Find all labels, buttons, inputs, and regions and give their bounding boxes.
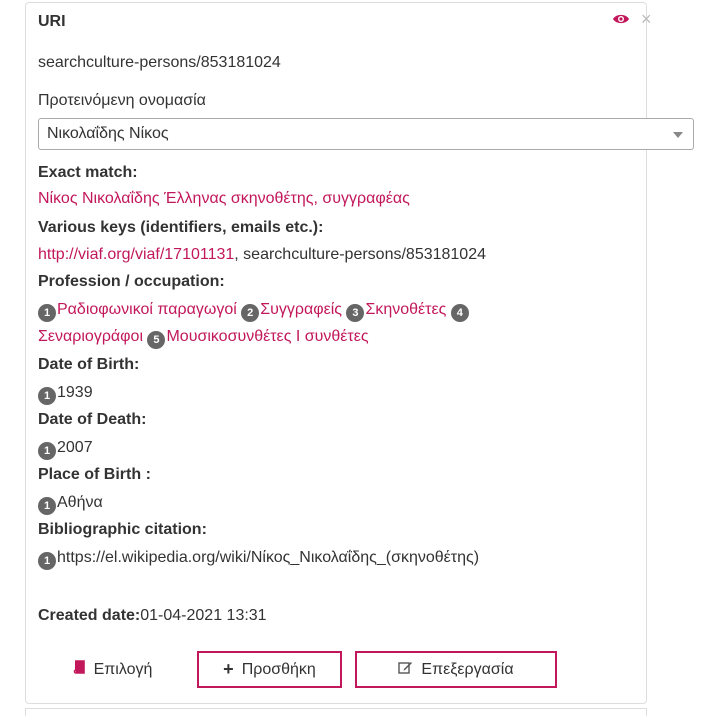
eye-icon[interactable] bbox=[612, 12, 630, 31]
badge-1: 1 bbox=[38, 387, 56, 405]
uri-value: searchculture-persons/853181024 bbox=[38, 54, 281, 71]
preferred-name-value: Νικολαΐδης Νίκος bbox=[47, 125, 169, 142]
profession-link[interactable]: Σεναριογράφοι bbox=[38, 328, 143, 345]
badge-2: 2 bbox=[241, 304, 260, 322]
various-keys-value: http://viaf.org/viaf/17101131, searchcul… bbox=[38, 246, 486, 264]
citation-value: 1 https://el.wikipedia.org/wiki/Νίκος_Νικ… bbox=[38, 549, 479, 570]
date-of-birth-label: Date of Birth: bbox=[38, 356, 140, 373]
profession-label: Profession / occupation: bbox=[38, 273, 225, 290]
various-keys-label: Various keys (identifiers, emails etc.): bbox=[38, 219, 324, 236]
created-date: Created date:01-04-2021 13:31 bbox=[38, 607, 267, 625]
uri-label: URI bbox=[38, 13, 66, 30]
created-date-label: Created date: bbox=[38, 607, 141, 624]
viaf-link[interactable]: http://viaf.org/viaf/17101131 bbox=[38, 246, 234, 263]
preferred-name-select[interactable]: Νικολαΐδης Νίκος bbox=[38, 118, 694, 150]
citation-label: Bibliographic citation: bbox=[38, 521, 207, 538]
profession-link[interactable]: Σκηνοθέτες bbox=[365, 301, 446, 318]
badge-1: 1 bbox=[38, 552, 56, 570]
profession-link[interactable]: Ραδιοφωνικοί παραγωγοί bbox=[57, 301, 237, 318]
badge-3: 3 bbox=[346, 304, 365, 322]
close-icon[interactable]: × bbox=[641, 9, 652, 30]
add-button[interactable]: + Προσθήκη bbox=[197, 651, 342, 688]
badge-5: 5 bbox=[147, 331, 166, 349]
profession-link[interactable]: Μουσικοσυνθέτες Ι συνθέτες bbox=[166, 328, 368, 345]
dod-text: 2007 bbox=[57, 439, 93, 456]
date-of-death-value: 1 2007 bbox=[38, 439, 93, 460]
dob-text: 1939 bbox=[57, 384, 93, 401]
profession-line-1: 1 Ραδιοφωνικοί παραγωγοί 2 Συγγραφείς 3 Σκη… bbox=[38, 301, 470, 322]
add-button-label: Προσθήκη bbox=[241, 660, 316, 678]
profession-link[interactable]: Συγγραφείς bbox=[260, 301, 342, 318]
exact-match-label: Exact match: bbox=[38, 164, 138, 181]
edit-icon bbox=[398, 660, 413, 679]
pob-text: Αθήνα bbox=[57, 494, 103, 511]
edit-button[interactable]: Επεξεργασία bbox=[355, 651, 557, 688]
plus-icon: + bbox=[223, 659, 234, 679]
badge-4: 4 bbox=[450, 304, 469, 322]
edit-button-label: Επεξεργασία bbox=[421, 660, 514, 678]
place-of-birth-label: Place of Birth : bbox=[38, 466, 151, 483]
preferred-name-label: Προτεινόμενη ονομασία bbox=[38, 92, 206, 109]
date-of-death-label: Date of Death: bbox=[38, 411, 147, 428]
citation-text: https://el.wikipedia.org/wiki/Νίκος_Νικο… bbox=[57, 549, 480, 566]
place-of-birth-value: 1 Αθήνα bbox=[38, 494, 103, 515]
date-of-birth-value: 1 1939 bbox=[38, 384, 93, 405]
badge-1: 1 bbox=[38, 304, 56, 322]
badge-1: 1 bbox=[38, 497, 56, 515]
select-button[interactable]: Επιλογή bbox=[42, 651, 182, 688]
profession-line-2: Σεναριογράφοι 5 Μουσικοσυνθέτες Ι συνθέτε… bbox=[38, 328, 369, 349]
badge-1: 1 bbox=[38, 442, 56, 460]
chevron-down-icon bbox=[673, 132, 683, 138]
next-card-edge bbox=[25, 708, 647, 716]
various-keys-rest: , searchculture-persons/853181024 bbox=[234, 246, 486, 263]
select-button-label: Επιλογή bbox=[93, 660, 153, 678]
created-date-value: 01-04-2021 13:31 bbox=[140, 607, 267, 624]
book-icon bbox=[72, 660, 86, 679]
exact-match-link[interactable]: Νίκος Νικολαΐδης Έλληνας σκηνοθέτης, συγ… bbox=[38, 190, 410, 208]
